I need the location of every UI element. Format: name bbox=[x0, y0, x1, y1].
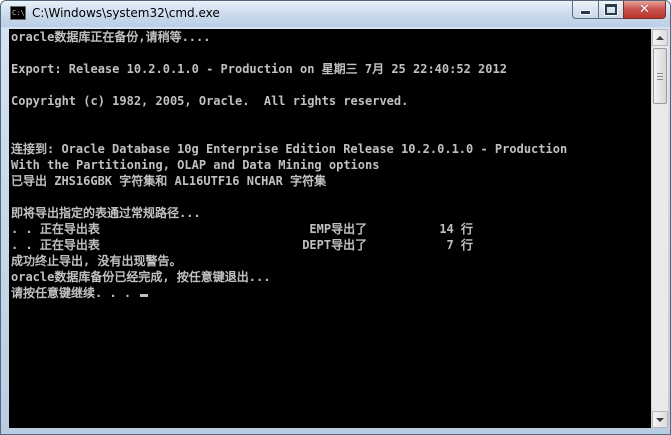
text-cursor bbox=[140, 294, 149, 297]
console-line: Export: Release 10.2.0.1.0 - Production … bbox=[11, 62, 507, 76]
scroll-down-button[interactable] bbox=[652, 411, 668, 428]
thumb-grip-line bbox=[657, 73, 663, 74]
console-line: 成功终止导出, 没有出现警告。 bbox=[11, 254, 182, 268]
scrollbar-thumb[interactable] bbox=[653, 48, 667, 104]
console-line: With the Partitioning, OLAP and Data Min… bbox=[11, 158, 380, 172]
console-line: 已导出 ZHS16GBK 字符集和 AL16UTF16 NCHAR 字符集 bbox=[11, 174, 327, 188]
console-line: oracle数据库正在备份,请稍等.... bbox=[11, 30, 211, 44]
thumb-grip-line bbox=[657, 79, 663, 80]
scroll-up-button[interactable] bbox=[652, 29, 668, 46]
console-line: Copyright (c) 1982, 2005, Oracle. All ri… bbox=[11, 94, 409, 108]
console-line: . . 正在导出表 EMP导出了 14 行 bbox=[11, 222, 474, 236]
close-button[interactable]: ✕ bbox=[623, 1, 666, 19]
cmd-window: C:\ C:\Windows\system32\cmd.exe ✕ oracle… bbox=[0, 0, 671, 435]
console-output[interactable]: oracle数据库正在备份,请稍等.... Export: Release 10… bbox=[9, 29, 651, 428]
close-icon: ✕ bbox=[639, 1, 650, 17]
console-prompt-text: 请按任意键继续. . . bbox=[11, 286, 139, 300]
title-bar[interactable]: C:\ C:\Windows\system32\cmd.exe ✕ bbox=[1, 1, 670, 27]
scroll-up-arrow-icon bbox=[656, 35, 664, 40]
window-title: C:\Windows\system32\cmd.exe bbox=[32, 6, 220, 20]
vertical-scrollbar[interactable] bbox=[651, 29, 668, 428]
maximize-button[interactable] bbox=[598, 1, 623, 19]
minimize-button[interactable] bbox=[572, 1, 598, 19]
scroll-down-arrow-icon bbox=[656, 417, 664, 422]
console-line: 即将导出指定的表通过常规路径... bbox=[11, 206, 201, 220]
console-line: 连接到: Oracle Database 10g Enterprise Edit… bbox=[11, 142, 568, 156]
caption-buttons: ✕ bbox=[572, 1, 666, 19]
minimize-icon bbox=[580, 10, 591, 15]
cmd-icon[interactable]: C:\ bbox=[10, 6, 26, 20]
console-line: . . 正在导出表 DEPT导出了 7 行 bbox=[11, 238, 474, 252]
console-line: oracle数据库备份已经完成, 按任意键退出... bbox=[11, 270, 271, 284]
maximize-icon bbox=[605, 4, 617, 15]
console-prompt-line: 请按任意键继续. . . bbox=[11, 285, 149, 301]
thumb-grip-line bbox=[657, 76, 663, 77]
